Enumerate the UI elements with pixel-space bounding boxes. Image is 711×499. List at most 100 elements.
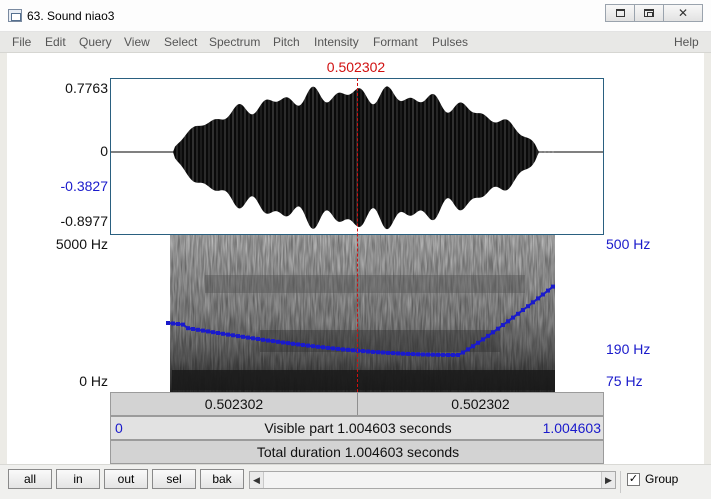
pitch-point: [516, 311, 520, 316]
menu-help[interactable]: Help: [674, 35, 699, 49]
pitch-point: [546, 288, 550, 293]
menu-intensity[interactable]: Intensity: [314, 35, 359, 49]
title-bar: 63. Sound niao3 ✕: [0, 0, 711, 32]
wave-y-max-label: 0.7763: [65, 80, 108, 96]
pitch-point: [446, 353, 450, 357]
pitch-bottom-label: 75 Hz: [606, 373, 643, 389]
pitch-point: [346, 347, 350, 352]
maximize-button[interactable]: [634, 4, 664, 22]
pitch-point: [286, 341, 290, 346]
pitch-point: [296, 342, 300, 347]
zoom-out-button[interactable]: out: [104, 469, 148, 489]
menu-pitch[interactable]: Pitch: [273, 35, 300, 49]
pitch-point: [321, 345, 325, 350]
pitch-point: [316, 344, 320, 349]
pitch-point: [431, 352, 435, 357]
toolbar-separator: [620, 471, 621, 493]
pitch-point: [261, 337, 265, 342]
pitch-top-label: 500 Hz: [606, 236, 651, 252]
pitch-point: [511, 315, 515, 320]
menu-select[interactable]: Select: [164, 35, 197, 49]
pitch-point: [376, 350, 380, 355]
maximize-icon: [644, 9, 654, 17]
pitch-point: [251, 336, 255, 341]
pitch-point: [421, 352, 425, 357]
pitch-point: [256, 337, 260, 341]
app-icon: [8, 9, 22, 22]
pitch-point: [506, 319, 510, 324]
menu-pulses[interactable]: Pulses: [432, 35, 468, 49]
pitch-point: [481, 337, 485, 342]
waveform-stripes: [176, 79, 554, 234]
wave-y-zero-label: 0: [100, 143, 108, 159]
horizontal-scrollbar[interactable]: ◀ ▶: [249, 471, 616, 489]
zoom-selection-button[interactable]: sel: [152, 469, 196, 489]
pitch-point: [301, 343, 305, 347]
pitch-point: [221, 331, 225, 336]
pitch-point: [466, 347, 470, 352]
wave-y-min-label: -0.8977: [60, 213, 108, 229]
pitch-point: [271, 339, 275, 344]
minimize-icon: [615, 9, 625, 17]
pitch-point: [451, 353, 455, 357]
pitch-point: [371, 349, 375, 354]
pitch-point: [181, 322, 185, 327]
menu-spectrum[interactable]: Spectrum: [209, 35, 260, 49]
cursor-right-time: 0.502302: [451, 396, 510, 412]
pitch-point: [406, 351, 410, 356]
group-checkbox[interactable]: ✓: [627, 473, 640, 486]
pitch-point: [246, 335, 250, 340]
visible-part-label: Visible part 1.004603 seconds: [264, 420, 452, 436]
pitch-point: [551, 284, 555, 289]
pitch-point: [521, 308, 525, 312]
pitch-point: [436, 352, 440, 357]
pitch-point: [426, 352, 430, 357]
cursor-line[interactable]: [357, 78, 358, 392]
zoom-in-button[interactable]: in: [56, 469, 100, 489]
visible-end-time: 1.004603: [542, 420, 601, 436]
scroll-right-icon[interactable]: ▶: [601, 472, 615, 488]
pitch-point: [461, 350, 465, 355]
minimize-button[interactable]: [605, 4, 635, 22]
pitch-point: [361, 349, 365, 354]
menu-file[interactable]: File: [12, 35, 31, 49]
spectrogram-band: [260, 330, 500, 352]
pitch-point: [236, 334, 240, 339]
pitch-point: [201, 328, 205, 333]
pitch-point: [166, 321, 170, 325]
pitch-point: [491, 330, 495, 335]
cursor-time-row[interactable]: 0.502302 0.502302: [110, 392, 604, 416]
pitch-point: [416, 352, 420, 357]
total-duration-row[interactable]: Total duration 1.004603 seconds: [110, 440, 604, 464]
pitch-point: [331, 346, 335, 351]
pitch-point: [196, 327, 200, 332]
scroll-left-icon[interactable]: ◀: [250, 472, 264, 488]
pitch-point: [441, 352, 445, 357]
menu-edit[interactable]: Edit: [45, 35, 66, 49]
zoom-all-button[interactable]: all: [8, 469, 52, 489]
cursor-left-time: 0.502302: [204, 396, 264, 412]
pitch-point: [351, 348, 355, 353]
close-button[interactable]: ✕: [663, 4, 703, 22]
menu-view[interactable]: View: [124, 35, 150, 49]
zoom-back-button[interactable]: bak: [200, 469, 244, 489]
pitch-point: [341, 347, 345, 352]
menu-query[interactable]: Query: [79, 35, 112, 49]
pitch-point: [276, 339, 280, 344]
pitch-point: [171, 321, 175, 326]
pitch-point: [411, 352, 415, 357]
pitch-point: [526, 304, 530, 309]
pitch-point: [501, 323, 505, 327]
cursor-time-label: 0.502302: [326, 59, 386, 75]
pitch-point: [536, 296, 540, 301]
visible-part-row[interactable]: 0 Visible part 1.004603 seconds 1.004603: [110, 416, 604, 440]
pitch-point: [206, 329, 210, 334]
menu-formant[interactable]: Formant: [373, 35, 418, 49]
pitch-point: [211, 330, 215, 335]
pitch-point: [281, 340, 285, 345]
menu-bar: File Edit Query View Select Spectrum Pit…: [0, 32, 711, 53]
pitch-point: [336, 346, 340, 351]
pitch-point: [241, 334, 245, 339]
pitch-point: [326, 345, 330, 350]
spectrogram-band: [172, 370, 555, 390]
